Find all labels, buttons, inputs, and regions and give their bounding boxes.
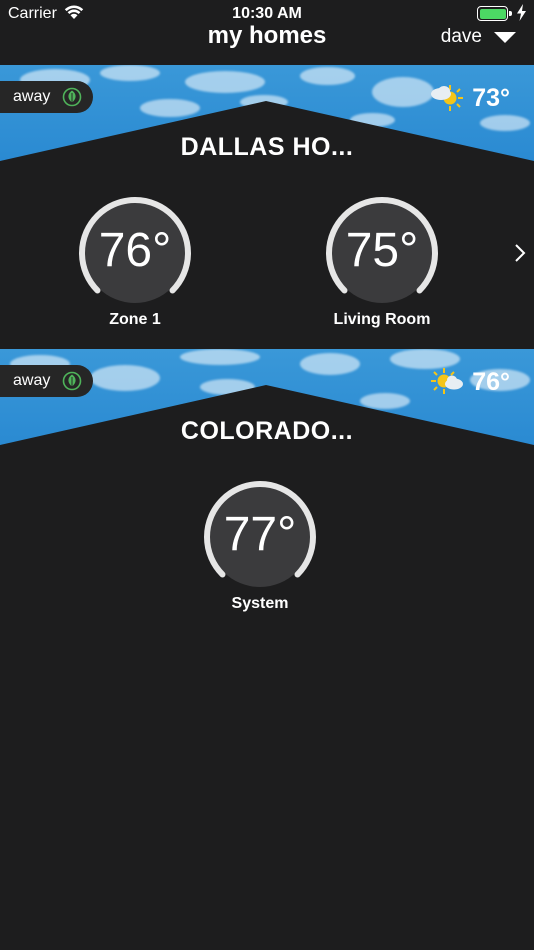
home-card[interactable]: away 73° DALLAS HO... 76° Zone 1 75° Liv… [0, 65, 534, 349]
clock: 10:30 AM [232, 5, 302, 22]
home-name: DALLAS HO... [180, 133, 354, 161]
zone-list: 76° Zone 1 75° Living Room [0, 195, 534, 335]
leaf-icon [63, 87, 82, 107]
user-menu[interactable]: dave [441, 26, 516, 48]
zone-name: Living Room [333, 311, 431, 328]
away-mode-toggle[interactable]: away [0, 365, 93, 397]
chevron-right-icon[interactable] [514, 243, 526, 263]
zone-name: Zone 1 [109, 311, 161, 328]
home-name: COLORADO... [180, 417, 354, 445]
zone-thermostat[interactable]: 77° System [195, 479, 325, 613]
home-card[interactable]: away 76° COLORADO... 77° System [0, 349, 534, 633]
weather-temperature: 73° [472, 83, 510, 112]
thermostat-dial[interactable]: 76° [76, 195, 194, 303]
zone-thermostat[interactable]: 76° Zone 1 [70, 195, 200, 329]
thermostat-dial[interactable]: 75° [323, 195, 441, 303]
away-mode-label: away [13, 88, 51, 105]
zone-name: System [231, 595, 289, 612]
away-mode-label: away [13, 372, 51, 389]
weather-temperature: 76° [472, 367, 510, 396]
weather-widget: 73° [430, 83, 510, 113]
zone-temperature: 77° [223, 508, 297, 561]
away-mode-toggle[interactable]: away [0, 81, 93, 113]
user-name: dave [440, 26, 482, 47]
chevron-down-icon [494, 31, 516, 43]
partly-cloudy-icon [431, 85, 464, 111]
thermostat-dial[interactable]: 77° [201, 479, 319, 587]
zone-list: 77° System [0, 479, 534, 619]
battery-icon [477, 6, 512, 21]
zone-temperature: 76° [98, 224, 172, 277]
charging-bolt-icon [517, 4, 526, 21]
partly-cloudy-icon [431, 368, 464, 394]
zone-temperature: 75° [345, 224, 419, 277]
zone-thermostat[interactable]: 75° Living Room [317, 195, 447, 329]
leaf-icon [63, 371, 82, 391]
weather-widget: 76° [430, 367, 510, 397]
